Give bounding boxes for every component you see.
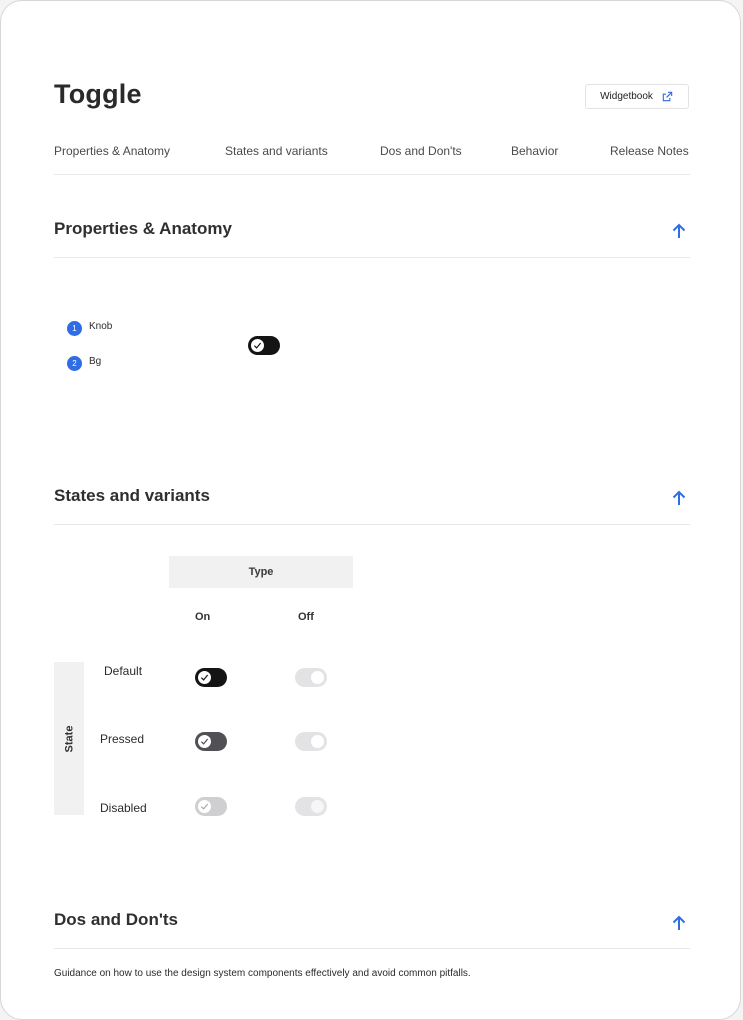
toggle-disabled-off [295, 797, 327, 816]
page-title: Toggle [54, 79, 142, 109]
type-header: Type [169, 556, 353, 588]
anatomy-label-knob: Knob [89, 321, 113, 332]
row-label-pressed: Pressed [100, 732, 145, 746]
toggle-knob [197, 799, 212, 814]
column-on: On [195, 611, 211, 623]
column-off: Off [298, 611, 314, 623]
section-title-states: States and variants [54, 486, 210, 505]
arrow-up-icon[interactable] [671, 489, 687, 507]
toggle-knob [197, 670, 212, 685]
tabs-divider [54, 174, 690, 175]
anatomy-divider [54, 257, 690, 258]
toggle-pressed-on[interactable] [195, 732, 227, 751]
anatomy-badge-2: 2 [67, 356, 82, 371]
row-label-default: Default [104, 664, 143, 678]
anatomy-badge-1: 1 [67, 321, 82, 336]
toggle-default-on[interactable] [195, 668, 227, 687]
states-divider [54, 524, 690, 525]
toggle-knob [310, 799, 325, 814]
tab-dos-donts[interactable]: Dos and Don'ts [380, 144, 462, 158]
check-icon [200, 803, 209, 810]
state-header: State [63, 725, 75, 752]
check-icon [200, 738, 209, 745]
tab-release-notes[interactable]: Release Notes [610, 144, 689, 158]
toggle-knob [250, 338, 265, 353]
widgetbook-label: Widgetbook [600, 91, 653, 102]
row-label-disabled: Disabled [100, 801, 147, 815]
toggle-pressed-off[interactable] [295, 732, 327, 751]
tab-states-variants[interactable]: States and variants [225, 144, 328, 158]
dos-description: Guidance on how to use the design system… [54, 968, 471, 979]
check-icon [253, 342, 262, 349]
arrow-up-icon[interactable] [671, 914, 687, 932]
section-title-anatomy: Properties & Anatomy [54, 219, 232, 238]
tab-properties-anatomy[interactable]: Properties & Anatomy [54, 144, 170, 158]
toggle-knob [197, 734, 212, 749]
arrow-up-icon[interactable] [671, 222, 687, 240]
anatomy-toggle [248, 336, 280, 355]
check-icon [200, 674, 209, 681]
tab-behavior[interactable]: Behavior [511, 144, 558, 158]
toggle-disabled-on [195, 797, 227, 816]
toggle-default-off[interactable] [295, 668, 327, 687]
external-link-icon [662, 91, 673, 102]
dos-divider [54, 948, 690, 949]
toggle-knob [310, 734, 325, 749]
section-title-dos: Dos and Don'ts [54, 910, 178, 929]
widgetbook-button[interactable]: Widgetbook [585, 84, 689, 109]
anatomy-label-bg: Bg [89, 356, 102, 367]
page-frame: Toggle Widgetbook Properties & Anatomy S… [0, 0, 741, 1020]
toggle-knob [310, 670, 325, 685]
